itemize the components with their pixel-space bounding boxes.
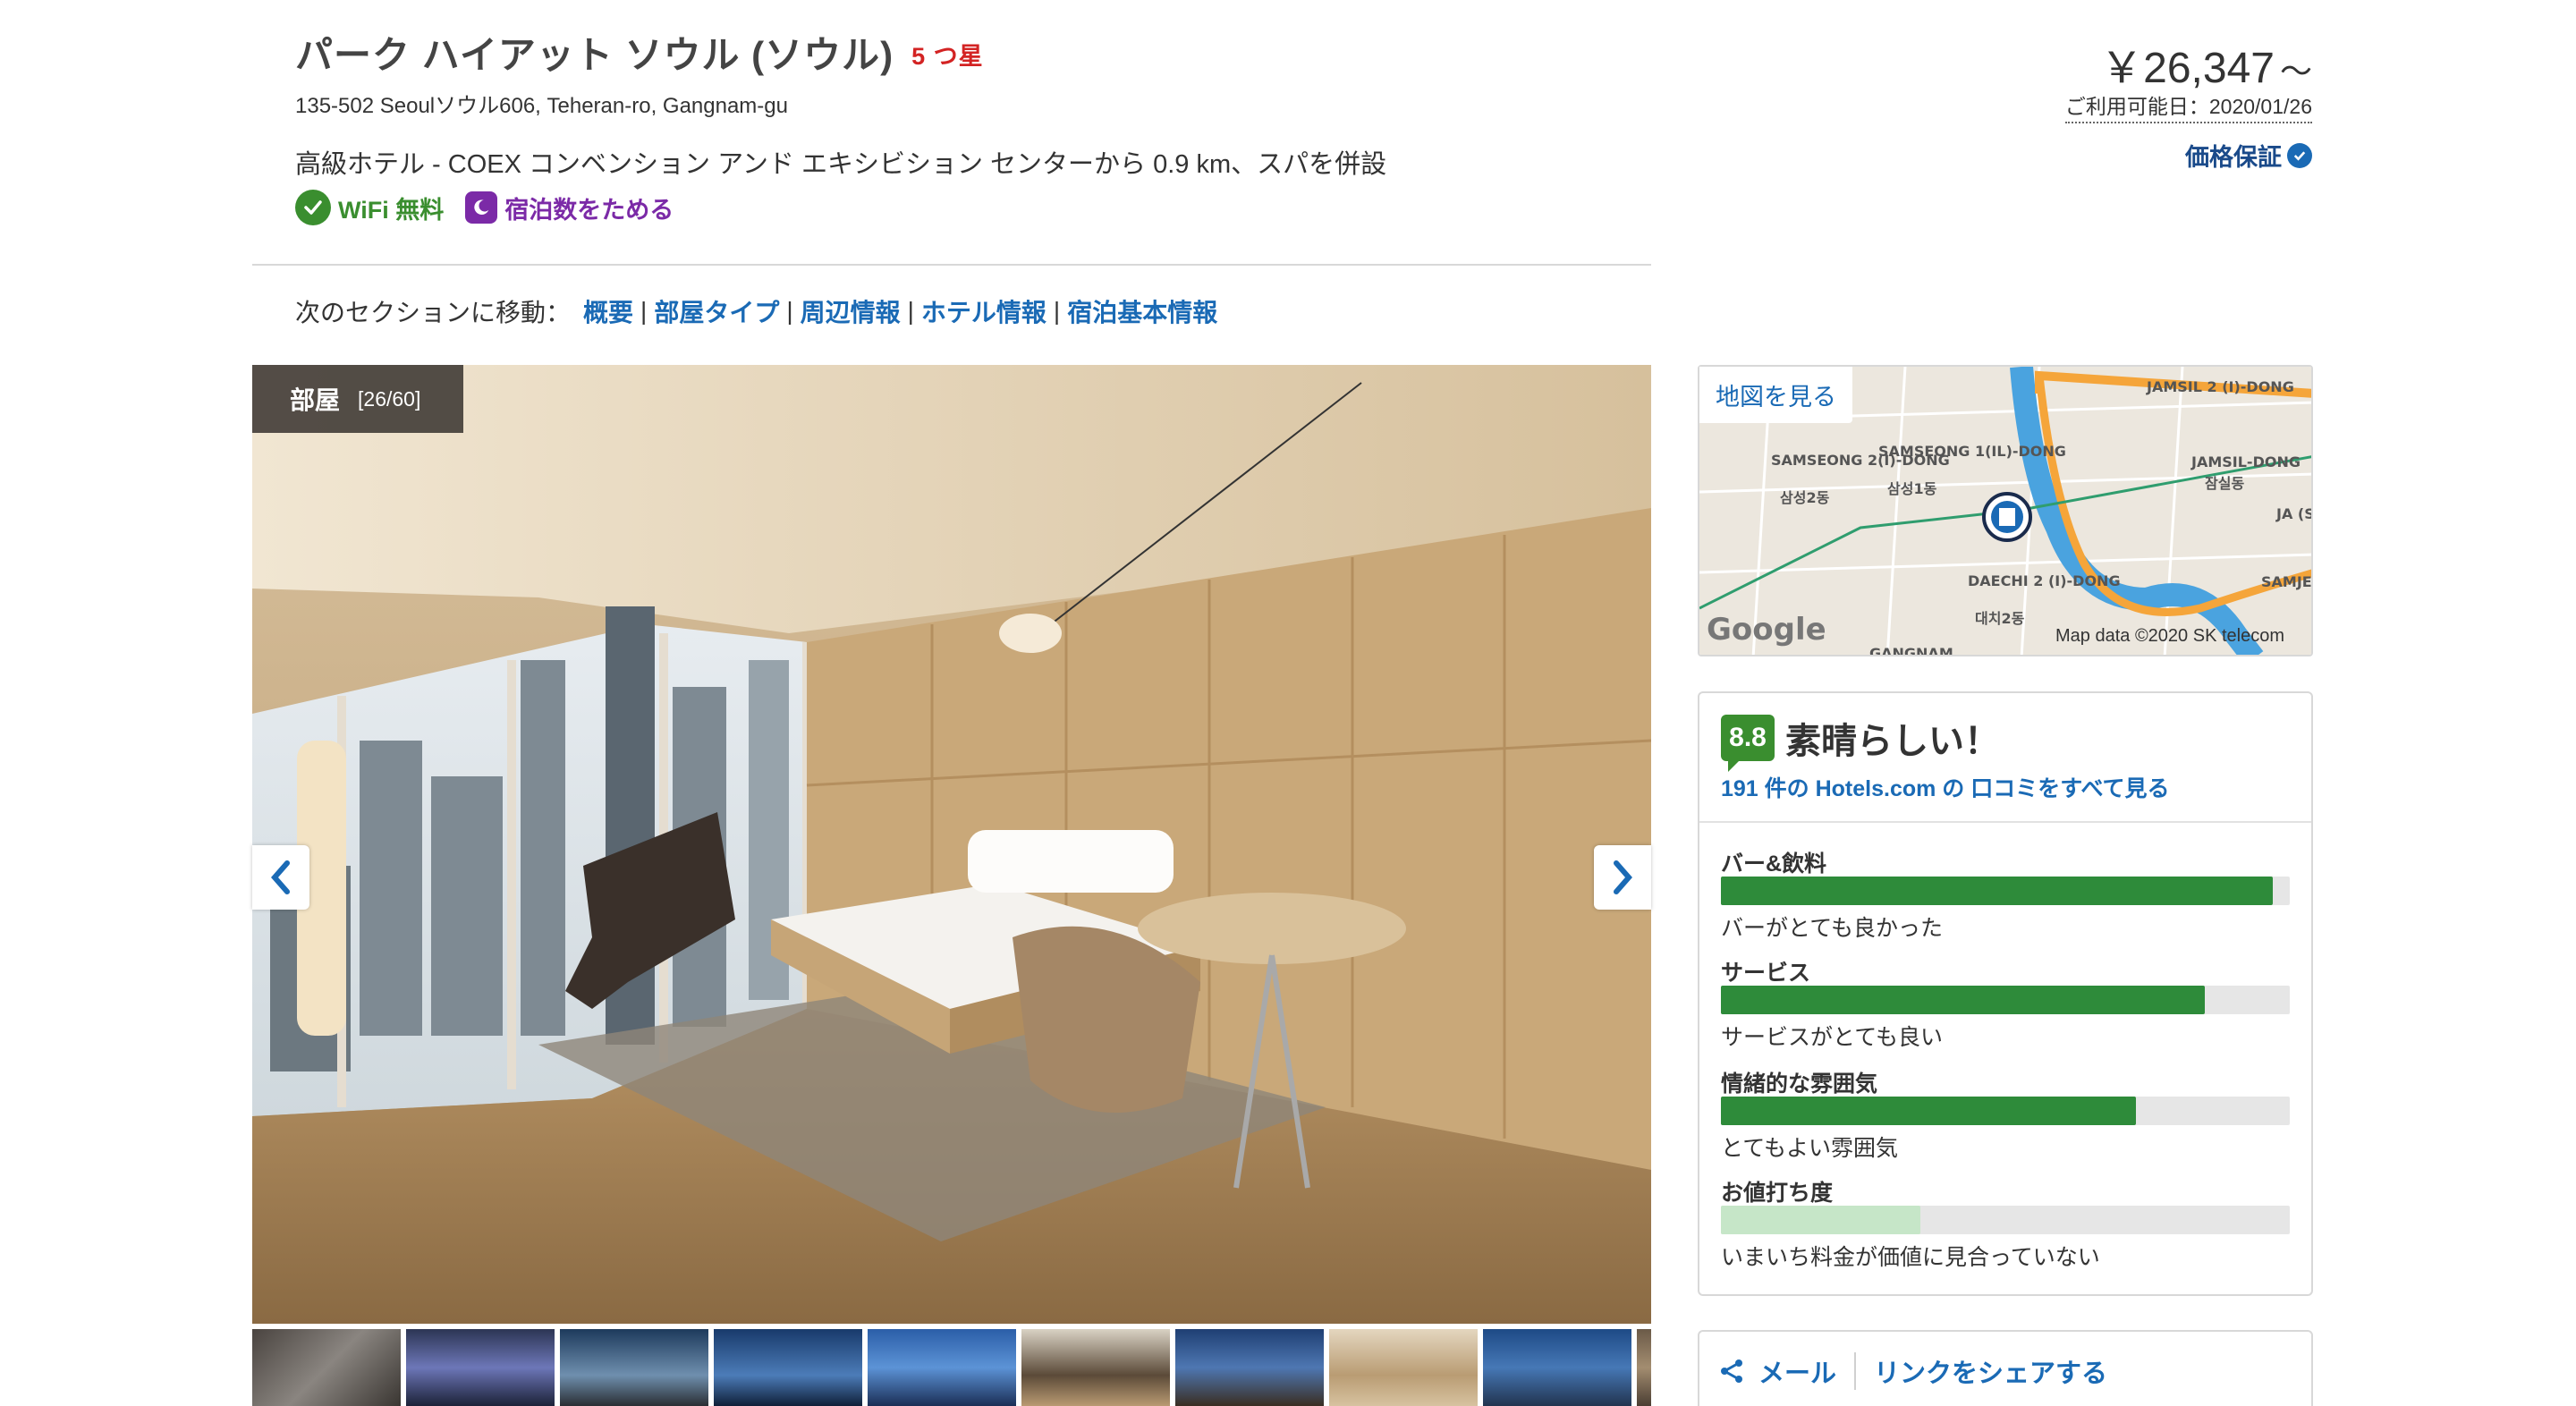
map-label: 대치2동 <box>1975 610 2025 627</box>
google-logo: Google <box>1707 612 1826 648</box>
hotel-description: 高級ホテル - COEX コンベンション アンド エキシビション センターから … <box>295 150 1387 179</box>
category-desc: とてもよい雰囲気 <box>1721 1136 1899 1161</box>
map-label: 삼성2동 <box>1780 489 1830 506</box>
moon-icon <box>465 191 498 224</box>
separator: | <box>907 297 914 325</box>
review-divider <box>1699 821 2311 823</box>
thumbnail[interactable] <box>1175 1329 1324 1406</box>
thumbnail[interactable] <box>868 1329 1016 1406</box>
stay-tag: 宿泊数をためる <box>465 191 674 225</box>
section-link-overview[interactable]: 概要 <box>583 293 633 329</box>
price-guarantee-label: 価格保証 <box>2185 144 2282 171</box>
price-suffix: ～ <box>2279 53 2312 89</box>
chevron-right-icon <box>1614 860 1632 894</box>
map-attribution: Map data ©2020 SK telecom <box>2055 626 2284 646</box>
share-link-button[interactable]: リンクをシェアする <box>1874 1352 2107 1390</box>
header-divider <box>252 264 1651 266</box>
map-label: SAMJEO <box>2261 573 2313 590</box>
review-score: 8.8 <box>1721 715 1775 772</box>
category-label: お値打ち度 <box>1721 1181 1834 1206</box>
hotel-address: 135-502 Seoulソウル606, Teheran-ro, Gangnam… <box>295 94 788 118</box>
price-guarantee-link[interactable]: 価格保証 <box>2185 138 2312 173</box>
view-map-link[interactable]: 地図を見る <box>1699 367 1852 423</box>
category-desc: サービスがとても良い <box>1721 1025 1944 1050</box>
category-bar <box>1721 986 2290 1014</box>
share-bar: メール リンクをシェアする <box>1698 1330 2313 1406</box>
prev-photo-button[interactable] <box>252 845 309 910</box>
category-bar <box>1721 877 2290 905</box>
chevron-left-icon <box>271 860 290 894</box>
category-bar-fill <box>1721 877 2273 905</box>
map-label: JAMSIL-DONG <box>2190 453 2301 470</box>
map-label: 잠실동 <box>2205 475 2244 492</box>
map-label: JAMSIL 2 (I)-DONG <box>2146 378 2294 395</box>
section-nav-label: 次のセクションに移動： <box>295 299 572 326</box>
category-desc: バーがとても良かった <box>1721 916 1944 941</box>
category-bar-fill <box>1721 1206 1920 1234</box>
share-icon <box>1721 1359 1742 1383</box>
category-bar <box>1721 1206 2290 1234</box>
category-bar-fill <box>1721 1097 2137 1125</box>
next-photo-button[interactable] <box>1594 845 1651 910</box>
category-label: 情緒的な雰囲気 <box>1721 1071 1878 1097</box>
thumbnail[interactable] <box>1637 1329 1651 1406</box>
price: ￥26,347 ～ <box>2100 32 2312 95</box>
category-desc: いまいち料金が価値に見合っていない <box>1721 1245 2100 1270</box>
section-link-neighborhood[interactable]: 周辺情報 <box>801 293 901 329</box>
photo-counter-badge: 部屋 [26/60] <box>252 365 463 433</box>
main-room-photo[interactable] <box>252 365 1651 1324</box>
thumbnail[interactable] <box>1483 1329 1631 1406</box>
map-label: GANGNAM <box>1869 645 1953 656</box>
section-nav: 次のセクションに移動： 概要 | 部屋タイプ | 周辺情報 | ホテル情報 | 宿泊基本… <box>295 293 1217 329</box>
map-label: JA (SAM <box>2275 505 2313 522</box>
wifi-tag: WiFi 無料 <box>295 190 444 225</box>
guarantee-badge-icon <box>2287 142 2312 168</box>
section-link-hotel-info[interactable]: ホテル情報 <box>921 293 1046 329</box>
category-bar-fill <box>1721 986 2205 1014</box>
separator: | <box>640 297 648 325</box>
separator: | <box>1053 297 1061 325</box>
category-bar <box>1721 1097 2290 1125</box>
category-label: バー&飲料 <box>1721 851 1827 877</box>
map-label: DAECHI 2 (I)-DONG <box>1968 572 2121 589</box>
separator: | <box>786 297 793 325</box>
availability-date[interactable]: ご利用可能日：2020/01/26 <box>2064 89 2312 123</box>
map-label: 삼성1동 <box>1887 480 1937 497</box>
section-link-room-types[interactable]: 部屋タイプ <box>654 293 779 329</box>
thumbnail[interactable] <box>1329 1329 1478 1406</box>
thumbnail[interactable] <box>252 1329 401 1406</box>
photo-counter: [26/60] <box>358 386 421 411</box>
photo-category: 部屋 <box>290 386 341 414</box>
category-label: サービス <box>1721 961 1811 986</box>
section-link-stay-info[interactable]: 宿泊基本情報 <box>1067 293 1217 329</box>
price-amount: ￥26,347 <box>2100 45 2275 92</box>
stay-label: 宿泊数をためる <box>504 196 674 224</box>
thumbnail[interactable] <box>1021 1329 1170 1406</box>
check-circle-icon <box>295 190 331 225</box>
share-divider <box>1854 1352 1857 1390</box>
review-header: 8.8 素晴らしい！ <box>1721 712 2000 772</box>
thumbnail[interactable] <box>406 1329 555 1406</box>
hotel-title: パーク ハイアット ソウル (ソウル) 5 つ星 <box>295 25 984 80</box>
thumbnail-strip <box>252 1329 1651 1406</box>
hotel-name: パーク ハイアット ソウル (ソウル) <box>295 34 894 76</box>
wifi-label: WiFi 無料 <box>338 196 445 224</box>
thumbnail[interactable] <box>560 1329 708 1406</box>
thumbnail[interactable] <box>714 1329 862 1406</box>
hotel-tags: WiFi 無料 宿泊数をためる <box>295 190 674 225</box>
star-rating: 5 つ星 <box>911 43 984 70</box>
review-rating-text: 素晴らしい！ <box>1785 722 2000 761</box>
all-reviews-link[interactable]: 191 件の Hotels.com の 口コミをすべて見る <box>1721 771 2170 803</box>
share-mail-link[interactable]: メール <box>1758 1352 1836 1390</box>
map-label: SAMSEONG 1(IL)-DONG <box>1878 443 2066 460</box>
